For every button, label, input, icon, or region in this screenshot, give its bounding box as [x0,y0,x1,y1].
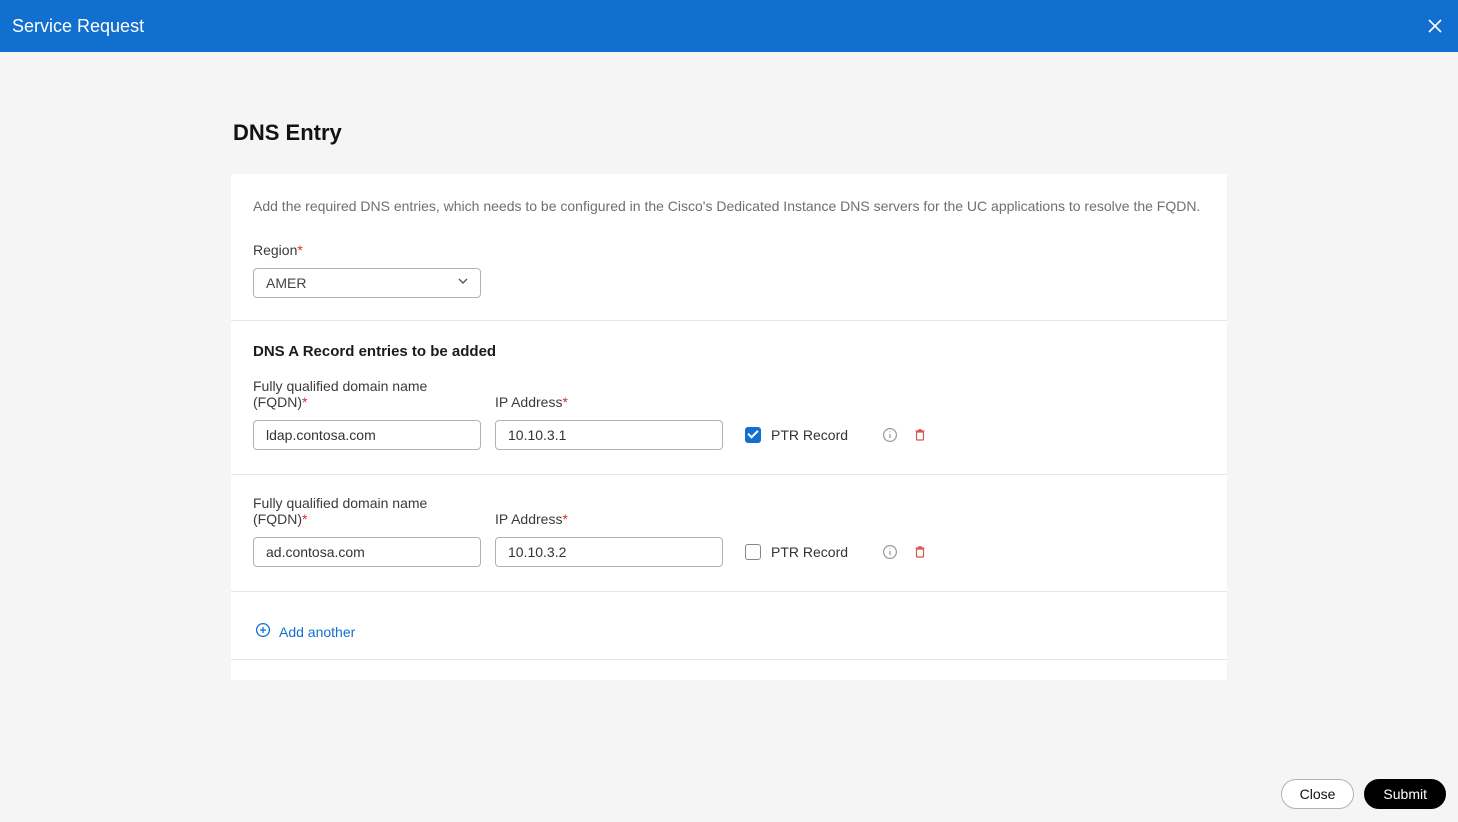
region-select[interactable]: AMER [253,268,481,298]
info-icon[interactable] [882,544,898,560]
region-label: Region* [253,242,1205,258]
content-area: DNS Entry Add the required DNS entries, … [0,52,1458,680]
divider [231,474,1227,475]
ptr-checkbox[interactable] [745,427,761,443]
ptr-label: PTR Record [771,544,848,560]
modal-header: Service Request [0,0,1458,52]
ip-label: IP Address* [495,511,723,527]
modal-title: Service Request [12,16,144,37]
fqdn-label: Fully qualified domain name (FQDN)* [253,495,481,527]
fqdn-input[interactable] [253,537,481,567]
add-another-button[interactable]: Add another [253,612,1205,659]
region-value: AMER [266,275,306,291]
ip-label: IP Address* [495,394,723,410]
ptr-checkbox[interactable] [745,544,761,560]
ptr-label: PTR Record [771,427,848,443]
ip-input[interactable] [495,537,723,567]
plus-circle-icon [255,622,271,641]
divider [231,320,1227,321]
close-button[interactable]: Close [1281,779,1355,809]
record-row: Fully qualified domain name (FQDN)* IP A… [253,495,1205,591]
trash-icon[interactable] [912,544,928,560]
info-icon[interactable] [882,427,898,443]
fqdn-label: Fully qualified domain name (FQDN)* [253,378,481,410]
add-another-label: Add another [279,624,355,640]
ip-input[interactable] [495,420,723,450]
submit-button[interactable]: Submit [1364,779,1446,809]
trash-icon[interactable] [912,427,928,443]
divider [231,591,1227,592]
fqdn-input[interactable] [253,420,481,450]
divider [231,659,1227,660]
form-description: Add the required DNS entries, which need… [253,198,1205,214]
form-card: Add the required DNS entries, which need… [231,174,1227,680]
page-title: DNS Entry [231,120,1227,146]
records-section-title: DNS A Record entries to be added [253,343,1205,360]
close-icon[interactable] [1426,17,1444,35]
record-row: Fully qualified domain name (FQDN)* IP A… [253,378,1205,474]
footer: Close Submit [0,766,1458,822]
